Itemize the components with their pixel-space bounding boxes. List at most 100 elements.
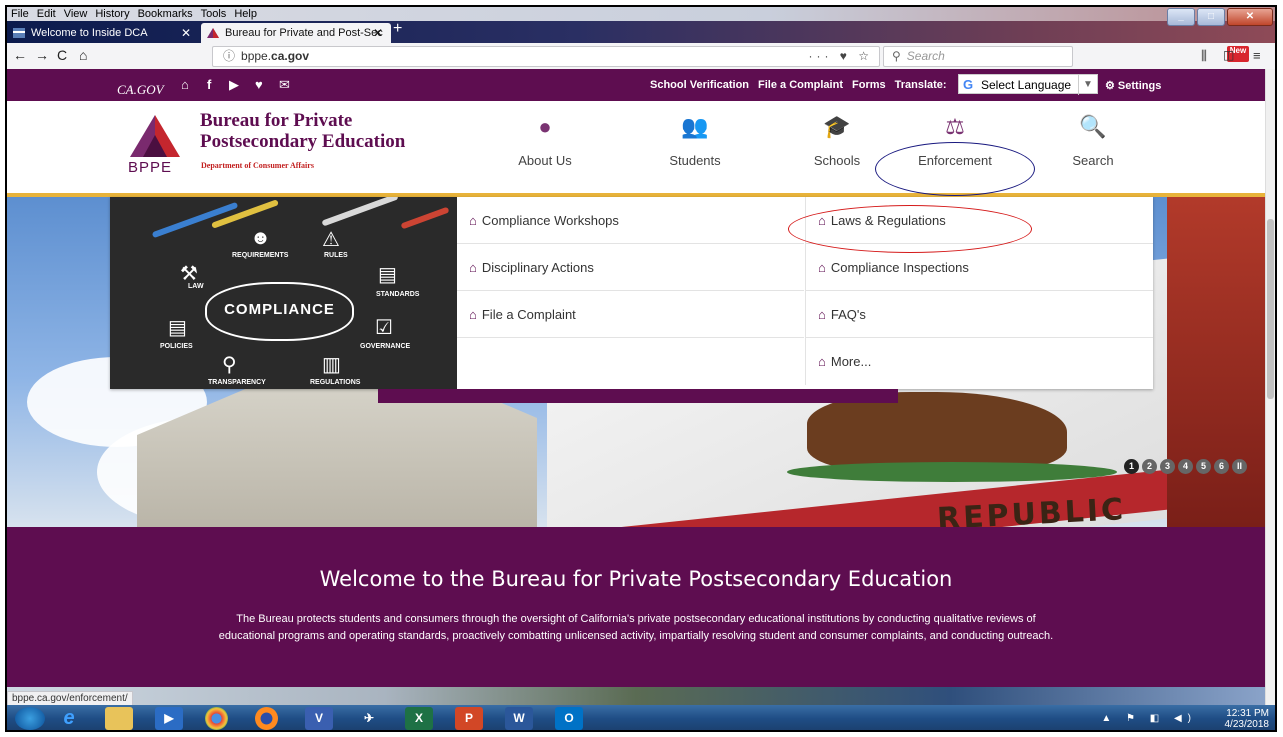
- slide-pager: 1 2 3 4 5 6 II: [1124, 459, 1247, 474]
- tab-inside-dca[interactable]: Welcome to Inside DCA ✕: [7, 23, 199, 43]
- home-icon[interactable]: ⌂: [181, 77, 189, 92]
- home-icon: ⌂: [818, 354, 826, 369]
- info-icon: ●: [538, 114, 552, 139]
- menu-help[interactable]: Help: [230, 7, 261, 21]
- menu-item-file-a-complaint[interactable]: ⌂ File a Complaint: [457, 291, 804, 338]
- menu-edit[interactable]: Edit: [33, 7, 60, 21]
- slide-dot[interactable]: 2: [1142, 459, 1157, 474]
- menu-view[interactable]: View: [60, 7, 92, 21]
- menu-item-compliance-workshops[interactable]: ⌂ Compliance Workshops: [457, 197, 804, 244]
- word-icon[interactable]: W: [505, 707, 533, 730]
- school-verification-link[interactable]: School Verification: [650, 79, 749, 91]
- start-button[interactable]: [15, 707, 45, 730]
- menu-item-faqs[interactable]: ⌂ FAQ's: [806, 291, 1153, 338]
- url-prefix: bppe.: [241, 49, 272, 63]
- translate-label: Translate:: [894, 79, 947, 91]
- home-icon: ⌂: [818, 260, 826, 275]
- youtube-icon[interactable]: ▶: [229, 77, 239, 93]
- forward-icon[interactable]: →: [35, 47, 49, 63]
- dropdown-bottom-bar: [378, 389, 898, 403]
- firefox-icon[interactable]: [255, 707, 278, 730]
- maximize-button[interactable]: □: [1197, 8, 1225, 26]
- url-domain: ca.gov: [271, 49, 310, 63]
- language-select[interactable]: G Select Language ▼: [958, 74, 1098, 95]
- clock[interactable]: 12:31 PM 4/23/2018: [1225, 708, 1270, 730]
- search-placeholder: Search: [906, 49, 945, 63]
- nav-students[interactable]: 👥 Students: [635, 111, 755, 168]
- excel-icon[interactable]: X: [405, 707, 433, 730]
- graduation-cap-icon: 🎓: [823, 114, 851, 139]
- compliance-image: COMPLIANCE ☻ REQUIREMENTS ⚠ RULES ⚒ LAW …: [110, 197, 457, 389]
- settings-button[interactable]: ⚙ Settings: [1105, 79, 1161, 92]
- tab-label: Welcome to Inside DCA: [31, 27, 148, 39]
- dca-favicon-icon: [13, 28, 25, 38]
- welcome-text: The Bureau protects students and consume…: [218, 613, 1054, 642]
- dropdown-column-1: ⌂ Compliance Workshops ⌂ Disciplinary Acti…: [457, 197, 804, 385]
- close-window-button[interactable]: ✕: [1227, 8, 1273, 26]
- close-tab-icon[interactable]: ✕: [373, 23, 383, 43]
- slide-dot[interactable]: 4: [1178, 459, 1193, 474]
- brain-icon: ☻: [250, 227, 272, 249]
- screenshot-frame: _ □ ✕ File Edit View History Bookmarks Tools H…: [5, 5, 1277, 732]
- twitter-icon[interactable]: ♥: [255, 77, 263, 92]
- pinned-app-icon[interactable]: ✈: [355, 707, 383, 730]
- hamburger-menu-icon[interactable]: ≡: [1253, 48, 1261, 63]
- enforcement-annotation-circle: [875, 142, 1035, 196]
- windows-taskbar: e ▶ V ✈ X P W O ▲ ⚑ ◧ ◀) 12:31 PM 4/23/2…: [7, 705, 1275, 730]
- outlook-icon[interactable]: O: [555, 707, 583, 730]
- slide-dot[interactable]: 6: [1214, 459, 1229, 474]
- facebook-icon[interactable]: f: [207, 77, 211, 92]
- photo-strip: [7, 687, 1265, 705]
- reload-icon[interactable]: C: [57, 47, 67, 63]
- slide-dot[interactable]: 3: [1160, 459, 1175, 474]
- menu-file[interactable]: File: [7, 7, 33, 21]
- search-bar[interactable]: ⚲ Search: [883, 46, 1073, 67]
- bppe-abbr: BPPE: [128, 159, 173, 176]
- visio-icon[interactable]: V: [305, 707, 333, 730]
- search-icon: 🔍: [1079, 114, 1107, 139]
- tab-bppe[interactable]: Bureau for Private and Post-Sec ✕: [201, 23, 391, 43]
- slide-dot[interactable]: 1: [1124, 459, 1139, 474]
- pause-icon[interactable]: II: [1232, 459, 1247, 474]
- internet-explorer-icon[interactable]: e: [55, 707, 83, 730]
- bear-image: [807, 392, 1067, 472]
- close-tab-icon[interactable]: ✕: [181, 23, 191, 43]
- minimize-button[interactable]: _: [1167, 8, 1195, 26]
- bppe-logo-icon[interactable]: [130, 115, 180, 157]
- scrollbar-thumb[interactable]: [1267, 219, 1274, 399]
- tab-label: Bureau for Private and Post-Sec: [225, 27, 383, 39]
- library-icon[interactable]: ⫼: [1201, 48, 1207, 64]
- menu-tools[interactable]: Tools: [197, 7, 231, 21]
- forms-link[interactable]: Forms: [852, 79, 886, 91]
- url-bar[interactable]: ⓘ bppe.ca.gov ··· ♥ ☆: [212, 46, 880, 67]
- nav-about-us[interactable]: ● About Us: [485, 111, 605, 168]
- back-icon[interactable]: ←: [13, 47, 27, 63]
- menu-bookmarks[interactable]: Bookmarks: [134, 7, 197, 21]
- tab-bar: Welcome to Inside DCA ✕ Bureau for Priva…: [7, 21, 1275, 43]
- welcome-section: Welcome to the Bureau for Private Postse…: [7, 527, 1265, 687]
- slide-dot[interactable]: 5: [1196, 459, 1211, 474]
- menu-item-compliance-inspections[interactable]: ⌂ Compliance Inspections: [806, 244, 1153, 291]
- page-actions-icon[interactable]: ··· ♥ ☆: [808, 47, 873, 66]
- site-info-icon[interactable]: ⓘ: [223, 49, 235, 63]
- menu-item-more[interactable]: ⌂ More...: [806, 338, 1153, 385]
- chrome-icon[interactable]: [205, 707, 228, 730]
- file-complaint-link[interactable]: File a Complaint: [758, 79, 843, 91]
- nav-search[interactable]: 🔍 Search: [1033, 111, 1153, 168]
- site-header: BPPE Bureau for Private Postsecondary Ed…: [7, 101, 1265, 197]
- home-icon[interactable]: ⌂: [79, 47, 87, 63]
- email-icon[interactable]: ✉: [279, 77, 290, 93]
- file-explorer-icon[interactable]: [105, 707, 133, 730]
- new-tab-icon[interactable]: +: [393, 20, 402, 38]
- sidebar-icon[interactable]: ◫: [1223, 48, 1234, 62]
- checkbox-icon: ☑: [375, 317, 393, 339]
- window-controls: _ □ ✕: [1167, 8, 1273, 26]
- menu-history[interactable]: History: [91, 7, 133, 21]
- media-player-icon[interactable]: ▶: [155, 707, 183, 730]
- brand-name[interactable]: Bureau for Private Postsecondary Educati…: [200, 110, 405, 152]
- menu-item-disciplinary-actions[interactable]: ⌂ Disciplinary Actions: [457, 244, 804, 291]
- tray-icons[interactable]: ▲ ⚑ ◧ ◀): [1101, 713, 1197, 724]
- menu-bar: File Edit View History Bookmarks Tools Help: [7, 7, 1275, 21]
- page-scrollbar[interactable]: [1265, 69, 1275, 705]
- powerpoint-icon[interactable]: P: [455, 707, 483, 730]
